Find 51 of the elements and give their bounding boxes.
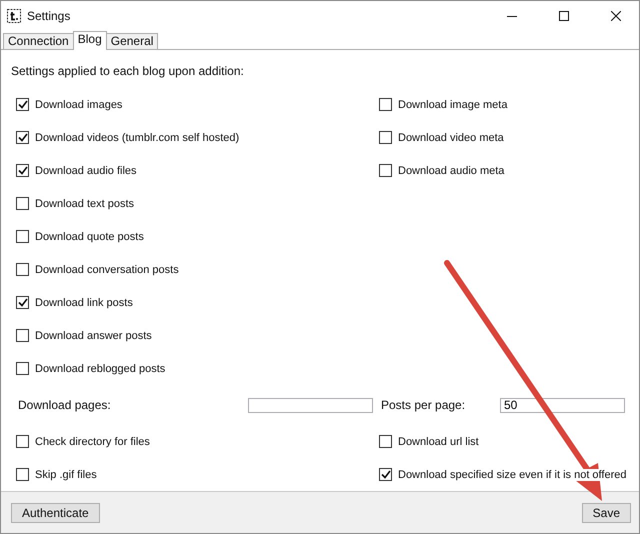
text-field[interactable]: 50 xyxy=(500,398,625,412)
checkbox[interactable] xyxy=(379,131,392,144)
tab[interactable]: Blog xyxy=(72,31,107,50)
checkmark-icon xyxy=(18,166,28,175)
checkbox-label: Download answer posts xyxy=(35,330,152,342)
checkbox[interactable] xyxy=(16,230,29,243)
dialog-button[interactable]: Save xyxy=(582,502,631,522)
checkbox-label: Check directory for files xyxy=(35,436,150,448)
checkbox[interactable] xyxy=(16,263,29,276)
checkbox-label: Download quote posts xyxy=(35,230,144,242)
checkbox-label: Download conversation posts xyxy=(35,264,179,276)
checkbox-label: Download specified size even if it is not offered xyxy=(398,468,626,480)
close-icon xyxy=(611,11,621,21)
tab[interactable]: General xyxy=(106,33,158,49)
section-heading: Settings applied to each blog upon addition: xyxy=(11,64,245,80)
checkbox[interactable] xyxy=(16,435,29,448)
checkbox[interactable] xyxy=(16,164,29,177)
text-field[interactable] xyxy=(248,398,373,412)
checkbox[interactable] xyxy=(16,468,29,481)
checkbox[interactable] xyxy=(379,435,392,448)
checkbox-label: Download text posts xyxy=(35,198,134,210)
app-icon xyxy=(7,9,21,23)
checkbox-label: Download link posts xyxy=(35,296,133,308)
dialog-button[interactable]: Authenticate xyxy=(11,502,100,522)
checkbox-label: Download video meta xyxy=(398,132,504,144)
checkmark-icon xyxy=(18,133,28,142)
window-title: Settings xyxy=(27,9,72,23)
tab[interactable]: Connection xyxy=(3,33,74,49)
checkbox-label: Download reblogged posts xyxy=(35,362,166,374)
checkbox-label: Download audio meta xyxy=(398,164,504,176)
field-label: Posts per page: xyxy=(380,398,466,412)
checkbox[interactable] xyxy=(16,329,29,342)
checkbox[interactable] xyxy=(379,98,392,111)
checkbox-label: Download audio files xyxy=(35,164,137,176)
checkbox-label: Download image meta xyxy=(398,98,508,110)
checkbox-label: Download images xyxy=(35,98,122,110)
checkbox-label: Skip .gif files xyxy=(35,468,97,480)
field-label: Download pages: xyxy=(17,398,111,412)
checkmark-icon xyxy=(18,298,28,307)
checkbox[interactable] xyxy=(16,98,29,111)
checkbox[interactable] xyxy=(379,164,392,177)
checkbox[interactable] xyxy=(379,468,392,481)
checkbox[interactable] xyxy=(16,296,29,309)
checkbox-label: Download videos (tumblr.com self hosted) xyxy=(35,132,240,144)
checkbox[interactable] xyxy=(16,362,29,375)
checkbox[interactable] xyxy=(16,131,29,144)
maximize-icon xyxy=(559,11,569,21)
checkmark-icon xyxy=(18,100,28,109)
checkbox[interactable] xyxy=(16,197,29,210)
checkbox-label: Download url list xyxy=(398,436,479,448)
checkmark-icon xyxy=(380,470,390,479)
